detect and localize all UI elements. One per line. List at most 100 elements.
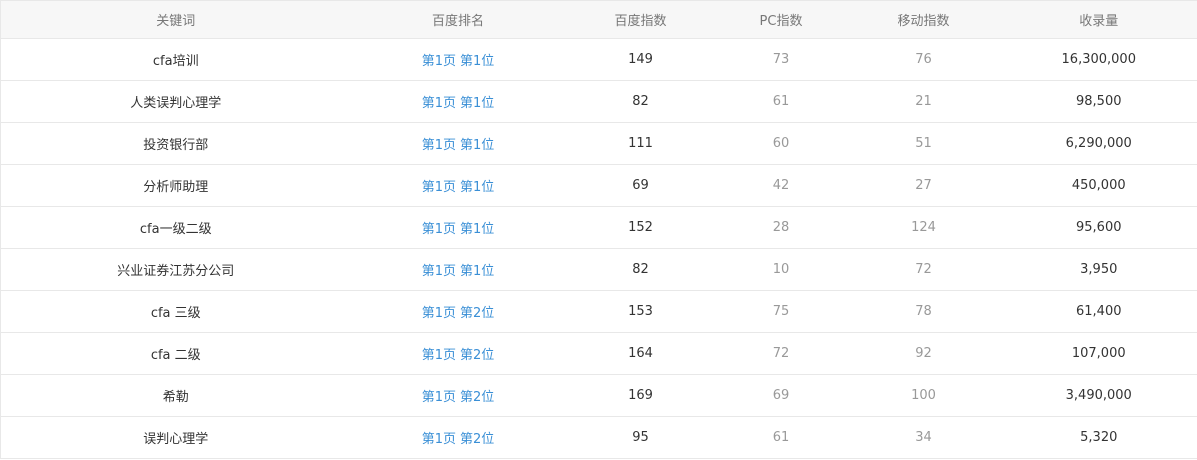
pc-index-cell: 73 (715, 38, 847, 81)
rank-page: 第1页 (421, 348, 456, 363)
mobile-index-cell: 27 (846, 164, 1001, 207)
table-header: 关键词 百度排名 百度指数 PC指数 移动指数 收录量 (0, 0, 1197, 39)
indexed-count-cell: 5,320 (1000, 416, 1197, 459)
rank-cell: 第1页 第2位 (350, 374, 566, 417)
baidu-index-cell: 69 (565, 164, 716, 207)
keyword-ranking-table: 关键词 百度排名 百度指数 PC指数 移动指数 收录量 cfa培训 第1页 第1位… (0, 0, 1197, 459)
keyword-cell: 误判心理学 (0, 416, 351, 459)
header-mobile-index: 移动指数 (846, 0, 1001, 39)
table-row: 分析师助理 第1页 第1位 69 42 27 450,000 (0, 164, 1197, 207)
header-indexed-count: 收录量 (1000, 0, 1197, 39)
baidu-index-cell: 169 (565, 374, 716, 417)
rank-cell: 第1页 第1位 (350, 206, 566, 249)
rank-link[interactable]: 第1页 第1位 (422, 180, 495, 195)
header-baidu-index: 百度指数 (565, 0, 716, 39)
rank-page: 第1页 (421, 180, 456, 195)
baidu-index-cell: 82 (565, 80, 716, 123)
baidu-index-cell: 111 (565, 122, 716, 165)
mobile-index-cell: 51 (846, 122, 1001, 165)
indexed-count-cell: 3,950 (1000, 248, 1197, 291)
rank-page: 第1页 (421, 96, 456, 111)
rank-link[interactable]: 第1页 第1位 (422, 222, 495, 237)
rank-position: 第1位 (460, 138, 495, 153)
rank-position: 第1位 (460, 54, 495, 69)
mobile-index-cell: 21 (846, 80, 1001, 123)
baidu-index-cell: 149 (565, 38, 716, 81)
rank-cell: 第1页 第1位 (350, 80, 566, 123)
keyword-cell: cfa培训 (0, 38, 351, 81)
rank-page: 第1页 (421, 306, 456, 321)
pc-index-cell: 10 (715, 248, 847, 291)
mobile-index-cell: 72 (846, 248, 1001, 291)
rank-page: 第1页 (421, 432, 456, 447)
keyword-cell: 希勒 (0, 374, 351, 417)
keyword-cell: 人类误判心理学 (0, 80, 351, 123)
indexed-count-cell: 3,490,000 (1000, 374, 1197, 417)
mobile-index-cell: 76 (846, 38, 1001, 81)
table-row: cfa 二级 第1页 第2位 164 72 92 107,000 (0, 332, 1197, 375)
rank-link[interactable]: 第1页 第2位 (422, 390, 495, 405)
baidu-index-cell: 152 (565, 206, 716, 249)
keyword-cell: 投资银行部 (0, 122, 351, 165)
pc-index-cell: 28 (715, 206, 847, 249)
rank-page: 第1页 (421, 264, 456, 279)
pc-index-cell: 42 (715, 164, 847, 207)
mobile-index-cell: 92 (846, 332, 1001, 375)
header-baidu-rank: 百度排名 (350, 0, 566, 39)
indexed-count-cell: 16,300,000 (1000, 38, 1197, 81)
baidu-index-cell: 82 (565, 248, 716, 291)
rank-position: 第2位 (460, 348, 495, 363)
keyword-cell: 分析师助理 (0, 164, 351, 207)
pc-index-cell: 72 (715, 332, 847, 375)
mobile-index-cell: 100 (846, 374, 1001, 417)
table-row: 投资银行部 第1页 第1位 111 60 51 6,290,000 (0, 122, 1197, 165)
rank-link[interactable]: 第1页 第2位 (422, 432, 495, 447)
rank-cell: 第1页 第1位 (350, 122, 566, 165)
table-row: 兴业证券江苏分公司 第1页 第1位 82 10 72 3,950 (0, 248, 1197, 291)
rank-link[interactable]: 第1页 第2位 (422, 348, 495, 363)
table-row: 希勒 第1页 第2位 169 69 100 3,490,000 (0, 374, 1197, 417)
indexed-count-cell: 95,600 (1000, 206, 1197, 249)
baidu-index-cell: 153 (565, 290, 716, 333)
pc-index-cell: 61 (715, 80, 847, 123)
pc-index-cell: 69 (715, 374, 847, 417)
rank-cell: 第1页 第2位 (350, 416, 566, 459)
rank-cell: 第1页 第1位 (350, 248, 566, 291)
pc-index-cell: 60 (715, 122, 847, 165)
table-row: cfa 三级 第1页 第2位 153 75 78 61,400 (0, 290, 1197, 333)
rank-page: 第1页 (421, 222, 456, 237)
keyword-cell: cfa 三级 (0, 290, 351, 333)
table-row: 误判心理学 第1页 第2位 95 61 34 5,320 (0, 416, 1197, 459)
header-keyword: 关键词 (0, 0, 351, 39)
rank-position: 第2位 (460, 390, 495, 405)
rank-page: 第1页 (421, 138, 456, 153)
indexed-count-cell: 98,500 (1000, 80, 1197, 123)
indexed-count-cell: 107,000 (1000, 332, 1197, 375)
mobile-index-cell: 34 (846, 416, 1001, 459)
mobile-index-cell: 124 (846, 206, 1001, 249)
indexed-count-cell: 61,400 (1000, 290, 1197, 333)
table-row: 人类误判心理学 第1页 第1位 82 61 21 98,500 (0, 80, 1197, 123)
rank-position: 第2位 (460, 306, 495, 321)
rank-link[interactable]: 第1页 第2位 (422, 306, 495, 321)
rank-link[interactable]: 第1页 第1位 (422, 54, 495, 69)
rank-cell: 第1页 第2位 (350, 332, 566, 375)
mobile-index-cell: 78 (846, 290, 1001, 333)
rank-cell: 第1页 第2位 (350, 290, 566, 333)
rank-page: 第1页 (421, 54, 456, 69)
rank-cell: 第1页 第1位 (350, 38, 566, 81)
header-row: 关键词 百度排名 百度指数 PC指数 移动指数 收录量 (0, 0, 1197, 39)
rank-link[interactable]: 第1页 第1位 (422, 264, 495, 279)
indexed-count-cell: 450,000 (1000, 164, 1197, 207)
rank-position: 第1位 (460, 222, 495, 237)
rank-link[interactable]: 第1页 第1位 (422, 138, 495, 153)
rank-position: 第1位 (460, 180, 495, 195)
indexed-count-cell: 6,290,000 (1000, 122, 1197, 165)
baidu-index-cell: 164 (565, 332, 716, 375)
rank-position: 第2位 (460, 432, 495, 447)
header-pc-index: PC指数 (715, 0, 847, 39)
rank-link[interactable]: 第1页 第1位 (422, 96, 495, 111)
rank-position: 第1位 (460, 264, 495, 279)
baidu-index-cell: 95 (565, 416, 716, 459)
rank-page: 第1页 (421, 390, 456, 405)
